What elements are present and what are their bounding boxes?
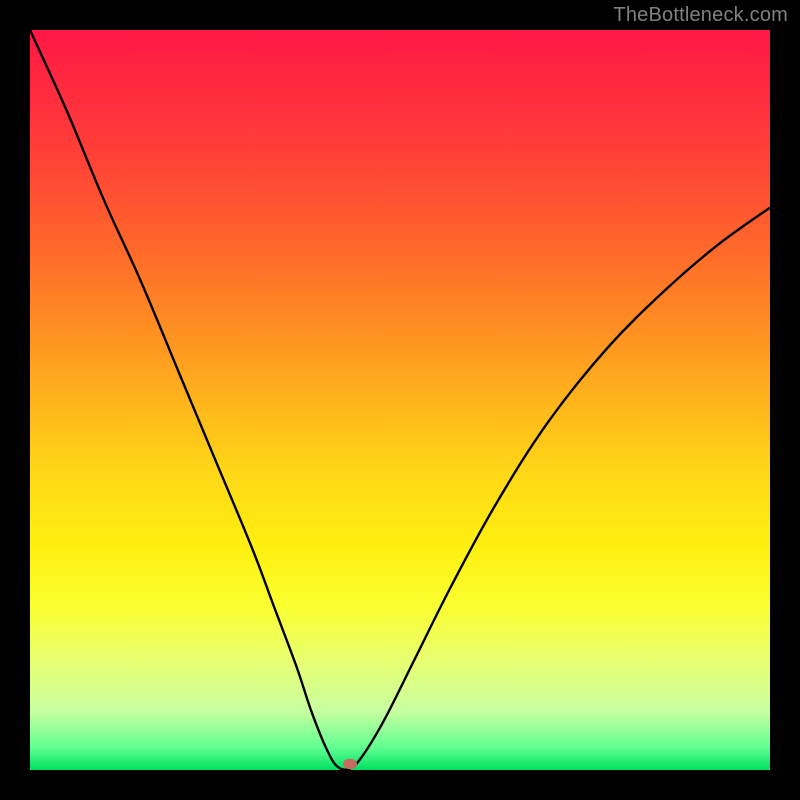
- watermark-text: TheBottleneck.com: [613, 4, 788, 27]
- bottleneck-curve-line: [30, 30, 770, 770]
- minimum-marker: [343, 759, 357, 769]
- curve-svg: [30, 30, 770, 770]
- chart-plot-area: [30, 30, 770, 770]
